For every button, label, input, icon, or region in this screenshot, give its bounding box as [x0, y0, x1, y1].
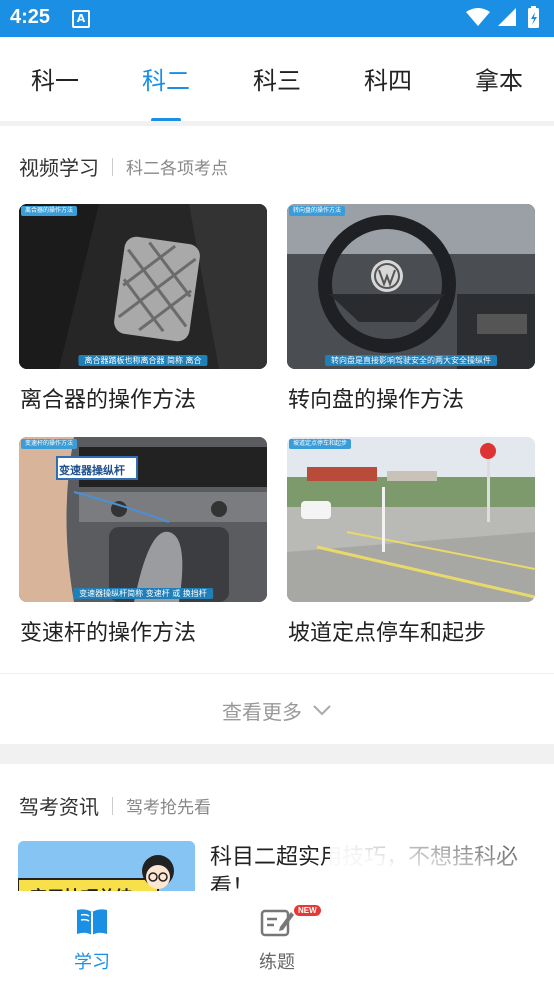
thumbnail-caption: 转向盘是直接影响驾驶安全的两大安全操纵件 — [325, 355, 497, 366]
thumbnail-caption: 离合器踏板也称离合器 简称 离合 — [78, 355, 208, 366]
see-more-label: 查看更多 — [222, 699, 302, 724]
new-badge: NEW — [294, 905, 321, 916]
book-icon — [77, 909, 107, 935]
section-subtitle: 科二各项考点 — [126, 159, 228, 179]
signal-icon — [498, 8, 516, 26]
tab-ke3[interactable]: 科三 — [232, 61, 322, 96]
video-title: 坡道定点停车和起步 — [288, 621, 487, 646]
video-thumbnail: 转向盘的操作方法 转向盘是直接影响驾驶安全的两大安全操纵件 — [287, 204, 535, 369]
nav-label: 学习 — [74, 952, 110, 973]
video-title: 转向盘的操作方法 — [288, 388, 465, 413]
status-bar: 4:25 A — [0, 0, 554, 37]
bottom-nav: 学习 练题 NEW — [0, 891, 554, 984]
tab-naben[interactable]: 拿本 — [454, 61, 544, 96]
tab-ke4[interactable]: 科四 — [343, 61, 433, 96]
video-section-header: 视频学习 科二各项考点 — [19, 152, 228, 181]
nav-study[interactable]: 学习 — [42, 891, 142, 984]
system-status-icons — [466, 6, 539, 28]
subject-tabs: 科一 科二 科三 科四 拿本 — [0, 37, 554, 122]
video-card-clutch[interactable]: 离合器的操作方法 离合器踏板也称离合器 简称 离合 离合器的操作方法 — [19, 204, 267, 414]
chevron-down-icon — [313, 705, 331, 716]
wifi-icon — [466, 8, 490, 26]
section-title: 视频学习 — [19, 156, 99, 180]
section-divider — [0, 744, 554, 764]
video-card-gear[interactable]: 变速杆的操作方法 变速器操纵杆 变速器操纵杆简称 变速杆 或 换挡杆 变速杆的操… — [19, 437, 267, 647]
edit-icon — [260, 909, 294, 937]
thumbnail-caption: 变速器操纵杆简称 变速杆 或 换挡杆 — [73, 588, 213, 599]
thumbnail-tag: 变速杆的操作方法 — [21, 439, 78, 449]
section-title: 驾考资讯 — [19, 795, 99, 819]
video-thumbnail: 离合器的操作方法 离合器踏板也称离合器 简称 离合 — [19, 204, 267, 369]
notification-icon: A — [72, 10, 90, 28]
video-card-slope[interactable]: 坡道定点停车和起步 坡道定点停车和起步 — [287, 437, 535, 647]
news-section-header: 驾考资讯 驾考抢先看 — [19, 791, 211, 820]
divider — [112, 157, 113, 176]
divider — [112, 796, 113, 815]
thumbnail-tag: 转向盘的操作方法 — [289, 206, 346, 216]
see-more-button[interactable]: 查看更多 — [0, 676, 554, 744]
tab-ke2[interactable]: 科二 — [121, 61, 211, 96]
video-title: 离合器的操作方法 — [20, 388, 197, 413]
status-time: 4:25 — [10, 6, 51, 28]
video-thumbnail: 变速杆的操作方法 变速器操纵杆 变速器操纵杆简称 变速杆 或 换挡杆 — [19, 437, 267, 602]
divider — [0, 121, 554, 126]
thumbnail-tag: 离合器的操作方法 — [21, 206, 78, 216]
nav-label: 练题 — [259, 952, 295, 973]
section-subtitle: 驾考抢先看 — [126, 798, 211, 818]
video-card-steering[interactable]: 转向盘的操作方法 转向盘是直接影响驾驶安全的两大安全操纵件 转向盘的操作方法 — [287, 204, 535, 414]
video-thumbnail: 坡道定点停车和起步 — [287, 437, 535, 602]
tab-ke1[interactable]: 科一 — [10, 61, 100, 96]
thumbnail-tag: 坡道定点停车和起步 — [289, 439, 352, 449]
divider — [0, 673, 554, 674]
thumbnail-label: 变速器操纵杆 — [59, 464, 125, 477]
video-title: 变速杆的操作方法 — [20, 621, 197, 646]
